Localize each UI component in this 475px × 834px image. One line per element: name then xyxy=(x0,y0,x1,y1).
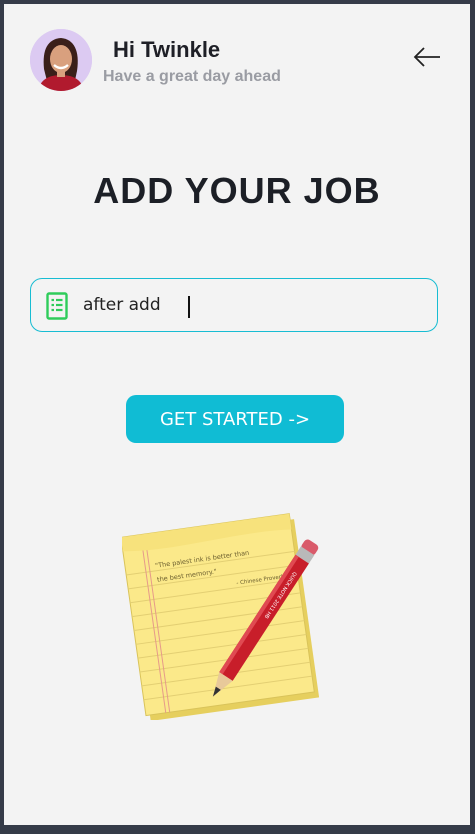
page-title: ADD YOUR JOB xyxy=(93,170,381,211)
app-screen: Hi Twinkle Have a great day ahead ADD YO… xyxy=(4,4,470,825)
back-button[interactable] xyxy=(412,44,442,70)
arrow-left-icon xyxy=(413,47,440,67)
get-started-button[interactable]: GET STARTED -> xyxy=(126,395,344,443)
notepad-pencil-illustration: "The palest ink is better than the best … xyxy=(122,513,320,720)
text-cursor xyxy=(188,296,190,318)
greeting-subtitle: Have a great day ahead xyxy=(103,68,281,85)
avatar[interactable] xyxy=(30,29,92,91)
avatar-image xyxy=(30,29,92,91)
greeting-name: Hi Twinkle xyxy=(113,37,221,62)
job-input[interactable] xyxy=(83,290,423,320)
document-list-icon xyxy=(46,292,68,320)
job-input-field[interactable] xyxy=(30,278,438,332)
